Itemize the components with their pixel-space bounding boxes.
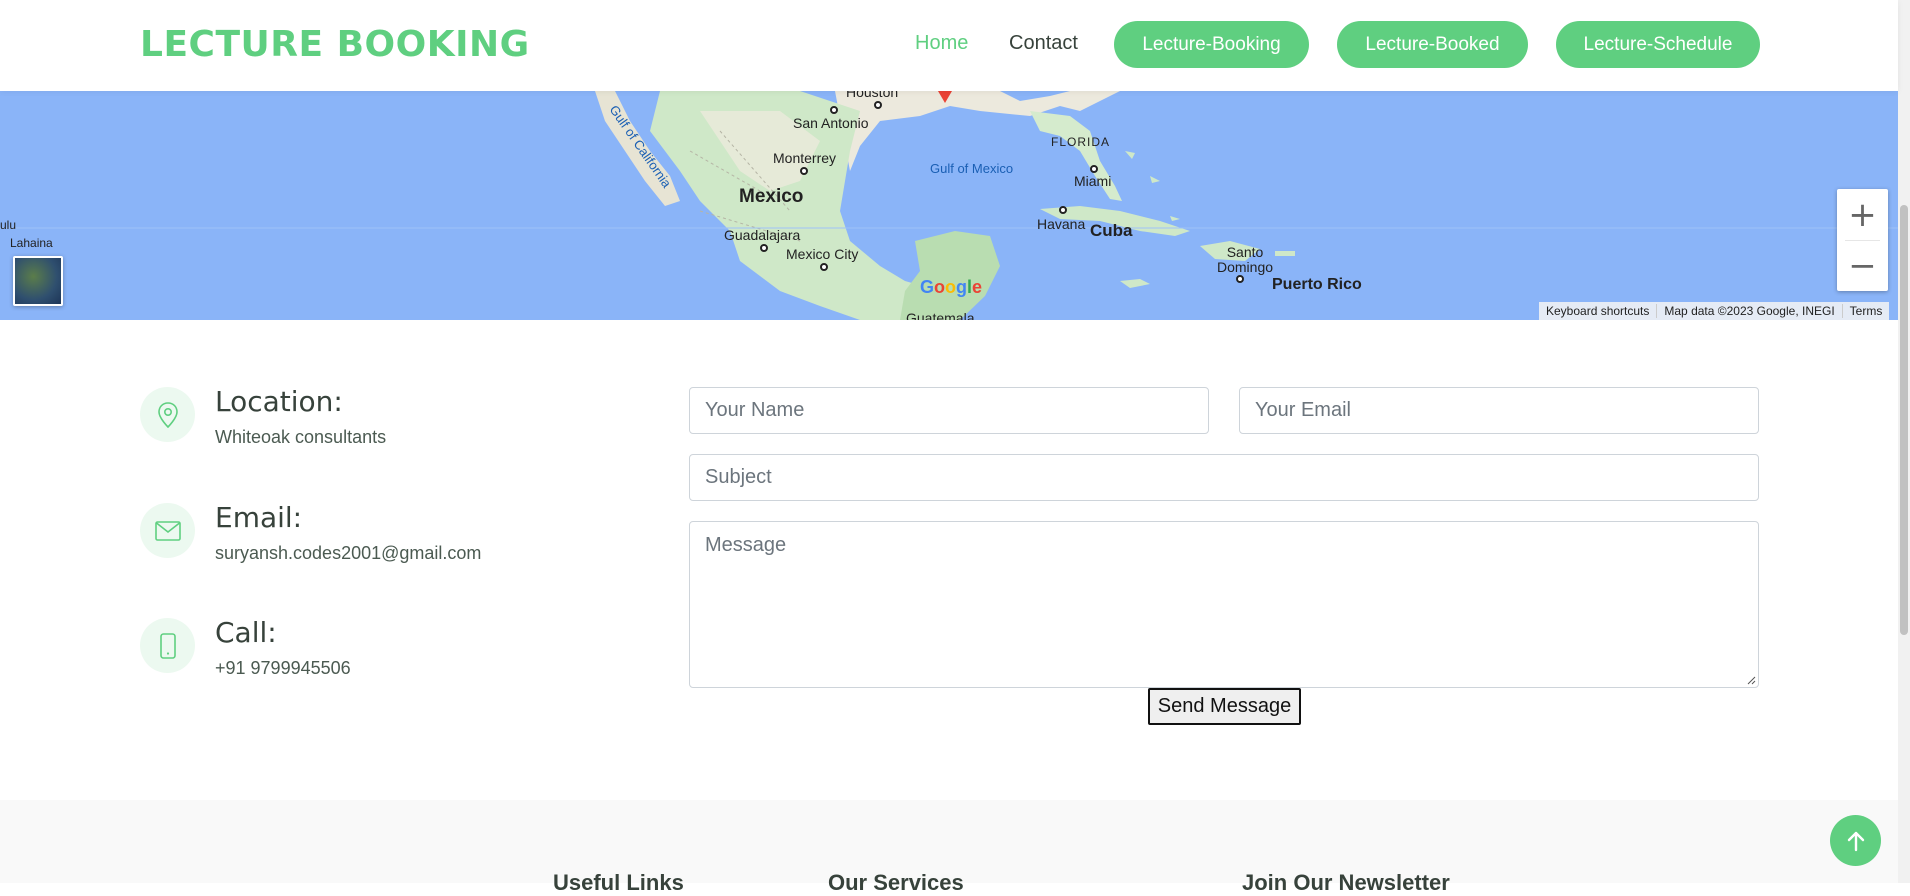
zoom-in-button[interactable]: + xyxy=(1837,189,1888,240)
subject-input[interactable]: Subject xyxy=(689,454,1759,501)
site-header: LECTURE BOOKING Home Contact Lecture-Boo… xyxy=(0,0,1898,91)
google-logo: Google xyxy=(920,277,983,297)
city-dot xyxy=(820,263,828,271)
city-dot xyxy=(1059,206,1067,214)
map-label: Gulf of Mexico xyxy=(930,161,1014,176)
map-label: Houston xyxy=(846,91,899,100)
name-input[interactable]: Your Name xyxy=(689,387,1209,434)
city-dot xyxy=(1236,275,1244,283)
map-label: Mexico xyxy=(739,186,804,207)
footer-heading-newsletter: Join Our Newsletter xyxy=(1242,870,1450,895)
page-scrollbar[interactable] xyxy=(1898,0,1910,883)
city-dot xyxy=(830,106,838,114)
call-title: Call: xyxy=(215,616,277,649)
nav-contact[interactable]: Contact xyxy=(1009,32,1078,55)
phone-icon xyxy=(140,618,195,673)
arrow-up-icon xyxy=(1847,831,1864,851)
keyboard-shortcuts-link[interactable]: Keyboard shortcuts xyxy=(1539,304,1656,318)
email-input[interactable]: Your Email xyxy=(1239,387,1759,434)
city-dot xyxy=(760,244,768,252)
message-textarea[interactable]: Message xyxy=(689,521,1759,688)
map-label: Monterrey xyxy=(773,150,837,166)
city-dot xyxy=(874,101,882,109)
lecture-schedule-button[interactable]: Lecture-Schedule xyxy=(1556,21,1760,68)
footer: Useful Links Our Services Join Our Newsl… xyxy=(0,800,1898,895)
map-label: Santo Domingo xyxy=(1216,244,1274,275)
map-label: Guadalajara xyxy=(724,227,801,243)
call-text[interactable]: +91 9799945506 xyxy=(215,658,351,679)
map-label: Guatemala xyxy=(906,310,975,320)
map-type-toggle[interactable] xyxy=(13,256,63,306)
email-title: Email: xyxy=(215,501,303,534)
map-label: Havana xyxy=(1037,216,1086,232)
city-dot xyxy=(800,167,808,175)
send-message-button[interactable]: Send Message xyxy=(1148,688,1301,725)
map-label: Puerto Rico xyxy=(1272,276,1362,293)
map-label: FLORIDA xyxy=(1051,135,1111,149)
city-dot xyxy=(1090,165,1098,173)
location-title: Location: xyxy=(215,385,343,418)
map-label: Cuba xyxy=(1090,221,1133,240)
footer-heading-services: Our Services xyxy=(828,870,964,895)
map-attribution: Keyboard shortcuts Map data ©2023 Google… xyxy=(1539,302,1890,320)
map-label: ulu xyxy=(0,218,17,232)
map-pin-icon xyxy=(140,387,195,442)
terms-link[interactable]: Terms xyxy=(1841,304,1890,318)
map-label: Lahaina xyxy=(10,236,53,250)
email-text[interactable]: suryansh.codes2001@gmail.com xyxy=(215,543,481,564)
map-zoom-control: + − xyxy=(1837,189,1888,291)
site-logo[interactable]: LECTURE BOOKING xyxy=(140,24,530,65)
map-data-text: Map data ©2023 Google, INEGI xyxy=(1656,304,1841,318)
back-to-top-button[interactable] xyxy=(1830,815,1881,866)
message-placeholder: Message xyxy=(705,534,787,556)
nav-home[interactable]: Home xyxy=(915,32,968,55)
map-label: Mexico City xyxy=(786,246,859,262)
map-label: Miami xyxy=(1074,173,1112,189)
resize-handle-icon[interactable] xyxy=(1746,675,1756,685)
scrollbar-thumb[interactable] xyxy=(1900,205,1908,635)
map-label: San Antonio xyxy=(793,115,869,131)
zoom-out-button[interactable]: − xyxy=(1837,240,1888,291)
envelope-icon xyxy=(140,503,195,558)
footer-heading-links: Useful Links xyxy=(553,870,684,895)
lecture-booking-button[interactable]: Lecture-Booking xyxy=(1114,21,1309,68)
lecture-booked-button[interactable]: Lecture-Booked xyxy=(1337,21,1528,68)
location-text: Whiteoak consultants xyxy=(215,427,387,447)
